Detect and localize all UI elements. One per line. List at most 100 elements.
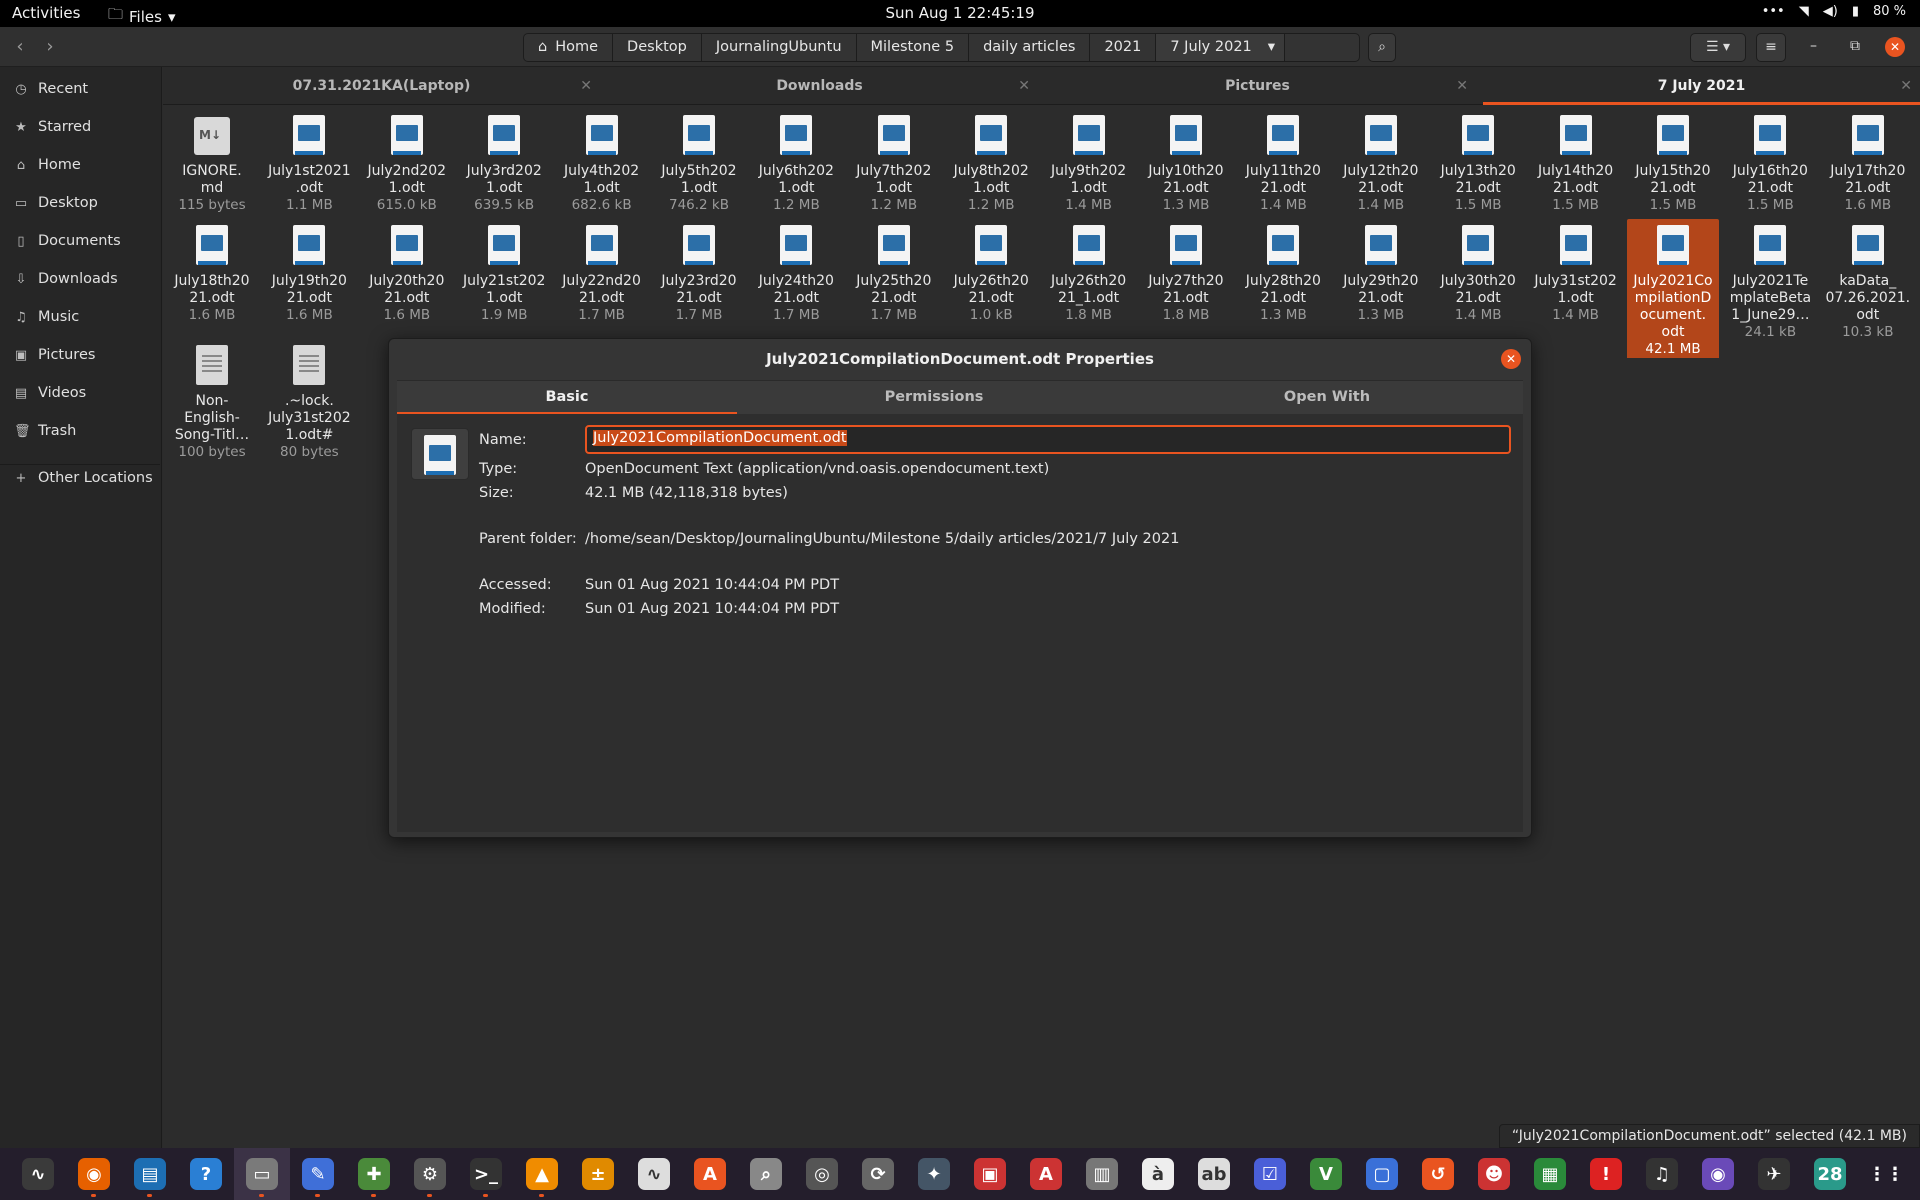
tab-downloads[interactable]: Downloads ✕ xyxy=(601,67,1038,105)
sidebar-item-starred[interactable]: ★ Starred xyxy=(0,109,160,145)
close-icon[interactable]: ✕ xyxy=(1900,67,1912,105)
dock-item-files[interactable]: ▭ xyxy=(234,1148,290,1200)
file-icon-button[interactable] xyxy=(411,428,469,480)
file-item[interactable]: July9th202 1.odt 1.4 MB xyxy=(1043,109,1135,214)
dock-item-app-grid[interactable]: ⋮⋮ xyxy=(1858,1148,1914,1200)
dock-item-screen[interactable]: ▢ xyxy=(1354,1148,1410,1200)
tab-basic[interactable]: Basic xyxy=(397,381,737,415)
sidebar-item-videos[interactable]: ▤ Videos xyxy=(0,375,160,411)
dock-item-text-editor[interactable]: ✎ xyxy=(290,1148,346,1200)
app-menu-button[interactable]: 🗀 Files ▾ xyxy=(108,4,175,29)
tab-open-with[interactable]: Open With xyxy=(1131,381,1523,415)
dock-item-graph[interactable]: ∿ xyxy=(626,1148,682,1200)
tab-pictures[interactable]: Pictures ✕ xyxy=(1039,67,1476,105)
tab-0731-laptop[interactable]: 07.31.2021KA(Laptop) ✕ xyxy=(163,67,600,105)
dock-item-game[interactable]: ☻ xyxy=(1466,1148,1522,1200)
file-item[interactable]: July13th20 21.odt 1.5 MB xyxy=(1432,109,1524,214)
dialog-close-button[interactable]: ✕ xyxy=(1501,349,1521,369)
dock-item-software[interactable]: A xyxy=(682,1148,738,1200)
clock[interactable]: Sun Aug 1 22:45:19 xyxy=(885,4,1034,22)
file-item[interactable]: July14th20 21.odt 1.5 MB xyxy=(1530,109,1622,214)
sidebar-item-downloads[interactable]: ⇩ Downloads xyxy=(0,261,160,297)
file-item[interactable]: July5th202 1.odt 746.2 kB xyxy=(653,109,745,214)
sidebar-item-trash[interactable]: 🗑 Trash xyxy=(0,413,160,449)
file-item[interactable]: kaData_ 07.26.2021. odt 10.3 kB xyxy=(1822,219,1914,341)
file-item[interactable]: July21st202 1.odt 1.9 MB xyxy=(458,219,550,324)
file-item[interactable]: .~lock. July31st202 1.odt# 80 bytes xyxy=(263,339,355,461)
name-field[interactable]: July2021CompilationDocument.odt xyxy=(585,425,1511,454)
crumb-home[interactable]: ⌂ Home xyxy=(524,34,614,61)
sidebar-item-home[interactable]: ⌂ Home xyxy=(0,147,160,183)
file-item[interactable]: July20th20 21.odt 1.6 MB xyxy=(361,219,453,324)
file-item[interactable]: July16th20 21.odt 1.5 MB xyxy=(1724,109,1816,214)
crumb-desktop[interactable]: Desktop xyxy=(613,34,702,61)
dock-item-firefox[interactable]: ◉ xyxy=(66,1148,122,1200)
file-item[interactable]: July3rd202 1.odt 639.5 kB xyxy=(458,109,550,214)
dock-item-calendar[interactable]: 28 xyxy=(1802,1148,1858,1200)
menu-button[interactable]: ≡ xyxy=(1756,33,1786,62)
dock-item-characters[interactable]: à xyxy=(1130,1148,1186,1200)
tab-7-july-2021[interactable]: 7 July 2021 ✕ xyxy=(1483,67,1920,105)
file-item[interactable]: July1st2021 .odt 1.1 MB xyxy=(263,109,355,214)
dock-item-terminal[interactable]: >_ xyxy=(458,1148,514,1200)
dock-item-calculator[interactable]: ± xyxy=(570,1148,626,1200)
file-item[interactable]: July11th20 21.odt 1.4 MB xyxy=(1237,109,1329,214)
file-item[interactable]: July23rd20 21.odt 1.7 MB xyxy=(653,219,745,324)
file-item[interactable]: July28th20 21.odt 1.3 MB xyxy=(1237,219,1329,324)
dock-item-screenshot[interactable]: ▣ xyxy=(962,1148,1018,1200)
file-item[interactable]: July2nd202 1.odt 615.0 kB xyxy=(361,109,453,214)
dock-item-alert[interactable]: ! xyxy=(1578,1148,1634,1200)
tab-permissions[interactable]: Permissions xyxy=(737,381,1131,415)
file-item[interactable]: July25th20 21.odt 1.7 MB xyxy=(848,219,940,324)
dock-item-spreadsheet[interactable]: ▦ xyxy=(1522,1148,1578,1200)
dock-item-settings[interactable]: ⚙ xyxy=(402,1148,458,1200)
search-button[interactable]: ⌕ xyxy=(1368,33,1396,62)
minimize-button[interactable]: – xyxy=(1810,38,1817,54)
dock-item-pdf[interactable]: A xyxy=(1018,1148,1074,1200)
system-tray[interactable]: ••• ◥ ◀) ▮ 80 % xyxy=(1762,4,1906,19)
crumb-2021[interactable]: 2021 xyxy=(1090,34,1157,61)
dock-item-tasks[interactable]: ☑ xyxy=(1242,1148,1298,1200)
dock-item-vlc[interactable]: ▲ xyxy=(514,1148,570,1200)
parent-folder-value[interactable]: /home/sean/Desktop/JournalingUbuntu/Mile… xyxy=(585,531,1179,547)
window-close-button[interactable]: ✕ xyxy=(1885,37,1905,57)
file-item[interactable]: Non- English- Song-Titl… 100 bytes xyxy=(166,339,258,461)
file-item[interactable]: July6th202 1.odt 1.2 MB xyxy=(750,109,842,214)
file-item[interactable]: July17th20 21.odt 1.6 MB xyxy=(1822,109,1914,214)
view-toggle-button[interactable]: ☰ ▾ xyxy=(1690,33,1746,62)
caret-down-icon[interactable]: ▾ xyxy=(1268,34,1275,61)
file-item[interactable]: July30th20 21.odt 1.4 MB xyxy=(1432,219,1524,324)
file-item[interactable]: July7th202 1.odt 1.2 MB xyxy=(848,109,940,214)
file-item[interactable]: IGNORE. md115 bytes xyxy=(166,109,258,214)
dock-item-system-monitor[interactable]: ∿ xyxy=(10,1148,66,1200)
dock-item-disk[interactable]: ◎ xyxy=(794,1148,850,1200)
close-icon[interactable]: ✕ xyxy=(1456,67,1468,105)
file-item[interactable]: July31st202 1.odt 1.4 MB xyxy=(1530,219,1622,324)
crumb-milestone-5[interactable]: Milestone 5 xyxy=(856,34,970,61)
file-item[interactable]: July24th20 21.odt 1.7 MB xyxy=(750,219,842,324)
crumb-7-july-2021[interactable]: 7 July 2021 ▾ xyxy=(1156,34,1291,61)
file-item[interactable]: July2021Te mplateBeta 1_June29… 24.1 kB xyxy=(1724,219,1816,341)
sidebar-item-desktop[interactable]: ▭ Desktop xyxy=(0,185,160,221)
overflow-icon[interactable]: ••• xyxy=(1762,4,1785,19)
file-item[interactable]: July26th20 21.odt 1.0 kB xyxy=(945,219,1037,324)
activities-button[interactable]: Activities xyxy=(12,4,80,22)
dock-item-music[interactable]: ♫ xyxy=(1634,1148,1690,1200)
crumb-daily-articles[interactable]: daily articles xyxy=(969,34,1091,61)
dock-item-help[interactable]: ? xyxy=(178,1148,234,1200)
file-item[interactable]: July18th20 21.odt 1.6 MB xyxy=(166,219,258,324)
dock-item-archive[interactable]: ▥ xyxy=(1074,1148,1130,1200)
file-item[interactable]: July19th20 21.odt 1.6 MB xyxy=(263,219,355,324)
dock-item-image-viewer[interactable]: ⌕ xyxy=(738,1148,794,1200)
dock-item-vim[interactable]: V xyxy=(1298,1148,1354,1200)
file-item[interactable]: July2021Co mpilationD ocument. odt 42.1 M… xyxy=(1627,219,1719,358)
crumb-journalingubuntu[interactable]: JournalingUbuntu xyxy=(701,34,857,61)
dock-item-bird[interactable]: ✈ xyxy=(1746,1148,1802,1200)
close-icon[interactable]: ✕ xyxy=(580,67,592,105)
dock-item-extensions[interactable]: ✚ xyxy=(346,1148,402,1200)
file-item[interactable]: July26th20 21_1.odt 1.8 MB xyxy=(1043,219,1135,324)
sidebar-item-music[interactable]: ♫ Music xyxy=(0,299,160,335)
dock-item-update[interactable]: ⟳ xyxy=(850,1148,906,1200)
sidebar-item-other-locations[interactable]: + Other Locations xyxy=(0,460,160,496)
dock-item-fonts[interactable]: ab xyxy=(1186,1148,1242,1200)
